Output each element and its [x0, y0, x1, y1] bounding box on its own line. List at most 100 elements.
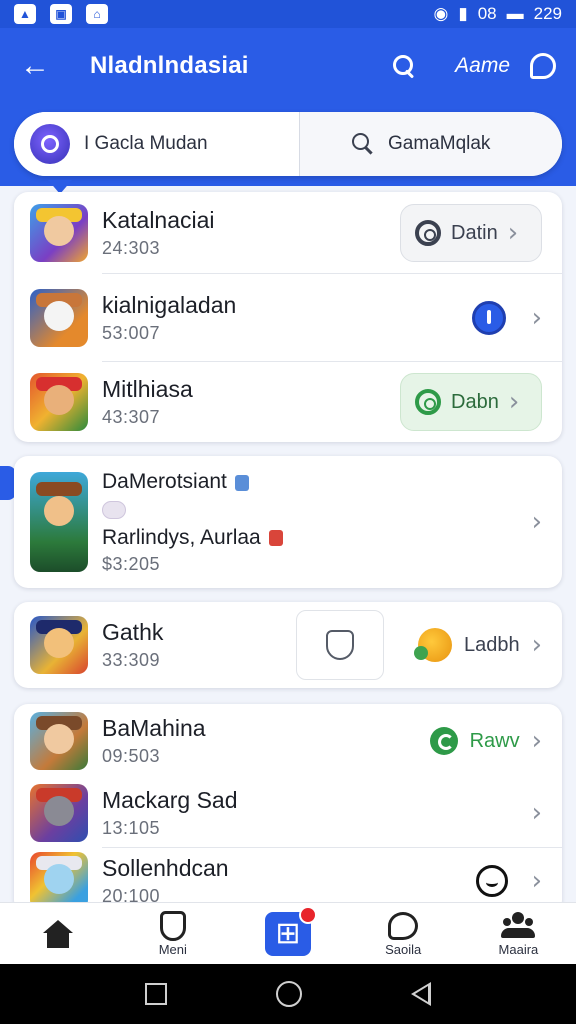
wifi-icon: ◉ — [433, 4, 449, 23]
action-label: Datin — [451, 221, 498, 244]
chevron-right-icon[interactable]: › — [532, 305, 542, 331]
heart-chat-icon — [388, 912, 419, 940]
game-search-label: GamaMqlak — [388, 133, 491, 154]
shield-icon — [159, 911, 186, 941]
face-icon — [475, 865, 508, 897]
game-meta: 53:007 — [102, 323, 161, 344]
notification-icon: ▲ — [14, 4, 36, 24]
game-name: Sollenhdcan — [102, 854, 229, 881]
spiral-icon — [415, 389, 441, 415]
home-icon — [42, 919, 73, 948]
featured-game-card: DaMerotsiant Rarlindys, Aurlaa $3:205 › — [14, 456, 562, 588]
battery-icon: ▬ — [506, 4, 524, 23]
game-meta: 33:309 — [102, 650, 161, 671]
list-item[interactable]: DaMerotsiant Rarlindys, Aurlaa $3:205 › — [14, 456, 562, 588]
nav-social[interactable]: Saoila — [346, 903, 461, 964]
game-search-segment[interactable]: GamaMqlak — [300, 112, 562, 176]
tag-icon — [234, 474, 249, 491]
recents-icon[interactable] — [144, 983, 167, 1005]
game-thumbnail — [30, 204, 88, 262]
game-meta: 43:307 — [102, 407, 161, 428]
home-notification-icon: ⌂ — [86, 4, 108, 24]
game-name: DaMerotsiant — [102, 469, 283, 494]
game-meta: 24:303 — [102, 238, 161, 259]
list-item[interactable]: kialnigaladan 53:007 › — [14, 274, 562, 362]
game-name: BaMahina — [102, 714, 206, 741]
chevron-right-icon: › — [508, 387, 520, 417]
game-thumbnail — [30, 784, 88, 842]
game-list-card: Katalnaciai 24:303 Datin › kialnigaladan… — [14, 192, 562, 442]
back-icon[interactable] — [411, 982, 432, 1006]
status-bar: ▲ ▣ ⌂ ◉ ▮ 08 ▬ 229 — [0, 0, 576, 28]
game-name: Mitlhiasa — [102, 375, 193, 402]
list-item[interactable]: Mitlhiasa 43:307 Dabn › — [14, 362, 562, 442]
location-segment[interactable]: I Gacla Mudan — [14, 112, 300, 176]
list-item[interactable]: BaMahina 09:503 Rawv › — [14, 704, 562, 778]
people-icon — [501, 912, 536, 940]
page-title: Nladnlndasiai — [90, 52, 249, 79]
center-plus-icon: ⊞ — [265, 905, 317, 956]
arrow-left-icon[interactable]: ← — [20, 51, 60, 81]
home-button-icon[interactable] — [275, 981, 302, 1007]
signal-icon: ▮ — [458, 4, 468, 23]
nav-label: Maaira — [498, 942, 539, 957]
search-icon — [352, 133, 374, 155]
action-label[interactable]: Ladbh — [464, 634, 520, 657]
shield-icon — [325, 630, 354, 660]
shield-button[interactable] — [295, 610, 384, 680]
status-icon — [471, 301, 506, 335]
status-icon — [429, 727, 458, 755]
game-thumbnail — [30, 472, 88, 572]
bottom-navigation: Meni ⊞ Saoila Maaira — [0, 902, 576, 964]
badge-icon — [102, 500, 126, 519]
action-label: Dabn — [451, 390, 499, 413]
game-name: Katalnaciai — [102, 206, 215, 233]
chevron-right-icon: › — [507, 218, 519, 248]
game-meta: 13:105 — [102, 818, 161, 839]
game-meta: 09:503 — [102, 746, 161, 767]
list-item[interactable]: Gathk 33:309 Ladbh › — [14, 602, 562, 688]
location-label: I Gacla Mudan — [84, 133, 208, 154]
gallery-icon: ▣ — [50, 4, 72, 24]
action-button[interactable]: Dabn › — [400, 373, 542, 431]
game-thumbnail — [30, 616, 88, 674]
action-label[interactable]: Rawv — [470, 730, 520, 753]
carrier-label: 08 — [477, 4, 497, 23]
chevron-right-icon[interactable]: › — [532, 868, 542, 894]
nav-people[interactable]: Maaira — [461, 903, 576, 964]
chevron-right-icon[interactable]: › — [532, 800, 542, 826]
chat-bubble-icon[interactable] — [530, 53, 556, 79]
account-label[interactable]: Aame — [455, 54, 510, 78]
game-name: Gathk — [102, 618, 164, 645]
system-navigation — [0, 964, 576, 1024]
game-card: Gathk 33:309 Ladbh › — [14, 602, 562, 688]
game-subtitle: Rarlindys, Aurlaa — [102, 525, 283, 550]
list-item[interactable]: Katalnaciai 24:303 Datin › — [14, 192, 562, 274]
chevron-right-icon[interactable]: › — [532, 728, 542, 754]
chevron-right-icon[interactable]: › — [532, 509, 542, 535]
game-name: Mackarg Sad — [102, 786, 238, 813]
nav-center[interactable]: ⊞ — [230, 903, 345, 964]
game-thumbnail — [30, 289, 88, 347]
search-icon[interactable] — [391, 53, 417, 79]
game-thumbnail — [30, 373, 88, 431]
game-name: kialnigaladan — [102, 291, 237, 318]
action-button[interactable]: Datin › — [400, 204, 542, 262]
spiral-icon — [415, 220, 441, 246]
app-bar: ← Nladnlndasiai Aame — [0, 28, 576, 104]
location-pin-icon — [30, 124, 70, 164]
segmented-search-bar: I Gacla Mudan GamaMqlak — [14, 112, 562, 176]
game-meta: $3:205 — [102, 553, 161, 574]
nav-label: Saoila — [385, 942, 422, 957]
nav-label: Meni — [158, 942, 187, 957]
game-list-card: BaMahina 09:503 Rawv › Mackarg Sad 13:10… — [14, 704, 562, 914]
flag-icon — [268, 529, 283, 546]
nav-home[interactable] — [0, 903, 115, 964]
chevron-right-icon[interactable]: › — [532, 632, 542, 658]
clock: 229 — [533, 4, 562, 23]
emoji-icon — [413, 628, 452, 662]
game-thumbnail — [30, 712, 88, 770]
nav-menu[interactable]: Meni — [115, 903, 230, 964]
list-item[interactable]: Mackarg Sad 13:105 › — [14, 778, 562, 848]
notification-badge — [299, 905, 317, 924]
